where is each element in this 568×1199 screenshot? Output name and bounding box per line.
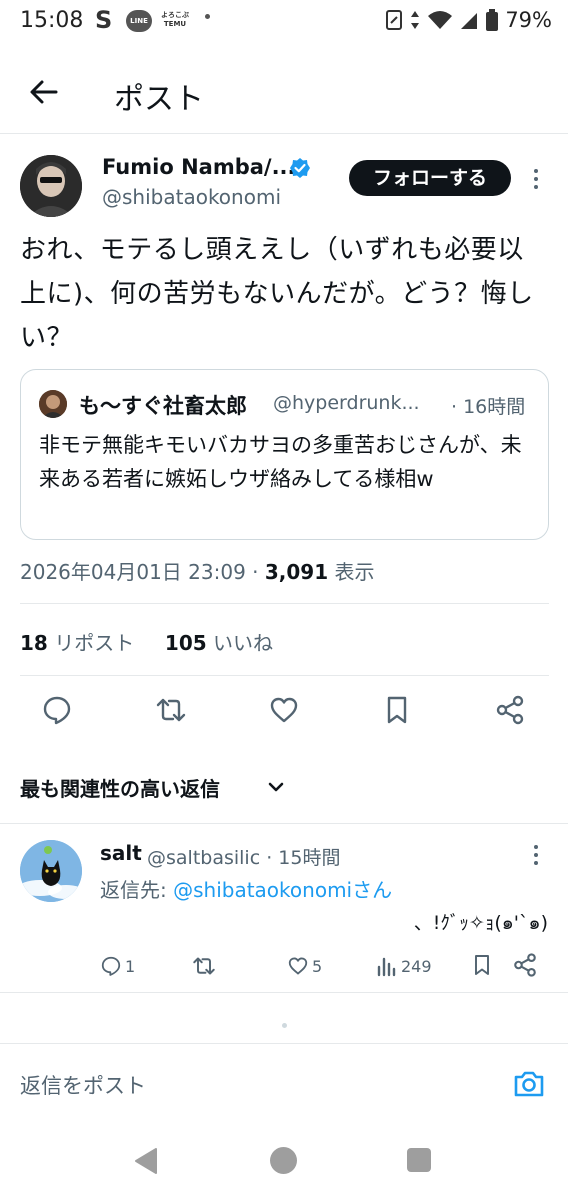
replies-sort-label[interactable]: 最も関連性の高い返信 [20, 773, 220, 802]
divider [20, 675, 549, 676]
more-vert-icon[interactable] [530, 167, 542, 191]
quoted-avatar [39, 390, 67, 418]
status-right: 79% [385, 8, 552, 32]
nfc-icon [386, 10, 403, 30]
reply-composer-input[interactable]: 返信をポスト [20, 1070, 146, 1100]
quoted-post-card[interactable]: も～すぐ社畜太郎 @hyperdrunk... · 16時間 非モテ無能キモいバ… [20, 369, 549, 540]
reply-author-name[interactable]: salt [100, 841, 142, 865]
repost-icon[interactable] [155, 694, 187, 726]
signal-icon [461, 13, 478, 29]
replying-mention[interactable]: @shibataokonomi [173, 878, 352, 902]
bookmark-icon[interactable] [470, 952, 494, 978]
quoted-author-handle: @hyperdrunk... [273, 392, 420, 414]
like-icon [288, 957, 308, 975]
quoted-author-name: も～すぐ社畜太郎 [79, 394, 247, 418]
verified-badge-icon [290, 158, 310, 178]
wifi-icon [428, 11, 453, 29]
follow-button[interactable]: フォローする [349, 160, 511, 196]
app-s-icon: S [95, 6, 113, 34]
chevron-down-icon[interactable] [265, 776, 287, 798]
reply-icon [101, 956, 121, 976]
scroll-indicator [282, 1023, 287, 1028]
reply-icon[interactable] [41, 694, 73, 726]
reply-text: 、!ｸﾞｯ✧ｮ(๑'`๑) [413, 912, 548, 934]
divider [20, 603, 549, 604]
camera-icon[interactable] [512, 1067, 546, 1101]
replying-to: 返信先: @shibataokonomiさん [100, 874, 392, 903]
reply-comment-action[interactable]: 1 [100, 952, 135, 980]
battery-icon [486, 9, 499, 31]
data-arrows-icon [411, 11, 420, 29]
reply-author-avatar[interactable] [20, 840, 82, 902]
back-arrow-icon[interactable] [26, 74, 62, 110]
reply-comment-count: 1 [125, 956, 136, 976]
reply-repost-action[interactable] [192, 952, 216, 980]
post-timestamp: 2026年04月01日 23:09 · 3,091 表示 [20, 556, 375, 585]
reply-author-handle[interactable]: @saltbasilic · 15時間 [147, 843, 340, 870]
divider [0, 823, 568, 824]
quoted-time: · 16時間 [451, 396, 526, 418]
post-text: おれ、モテるし頭ええし（いずれも必要以上に)、何の苦労もないんだが。どう？悔しい… [20, 235, 534, 353]
engagement-stats: 18 リポスト 105 いいね [20, 627, 273, 656]
reply-like-count: 5 [312, 956, 323, 976]
reposts-count[interactable]: 18 [20, 631, 48, 655]
reply-like-action[interactable]: 5 [287, 952, 322, 980]
status-bar: 15:08 S LINE よろこぶ TEMU 79% [0, 0, 568, 48]
reposts-label[interactable]: リポスト [48, 631, 134, 655]
bookmark-icon[interactable] [381, 694, 413, 726]
share-icon[interactable] [512, 952, 538, 978]
views-count[interactable]: 3,091 [265, 560, 328, 584]
author-avatar[interactable] [20, 155, 82, 217]
repost-icon [193, 957, 215, 975]
views-label: 表示 [328, 560, 375, 584]
more-vert-icon[interactable] [530, 843, 542, 867]
temu-app-icon: よろこぶ TEMU [161, 11, 189, 28]
line-app-icon: LINE [126, 10, 152, 32]
likes-count[interactable]: 105 [165, 631, 207, 655]
nav-home-icon[interactable] [270, 1147, 297, 1174]
author-name[interactable]: Fumio Namba/... [102, 155, 296, 179]
status-time: 15:08 [20, 8, 84, 33]
nav-back-icon[interactable] [132, 1146, 160, 1176]
divider [0, 1043, 568, 1044]
notification-dot-icon [205, 14, 210, 19]
divider [0, 133, 568, 134]
views-icon [377, 957, 396, 977]
divider [0, 992, 568, 993]
like-icon[interactable] [268, 694, 300, 726]
likes-label[interactable]: いいね [207, 631, 273, 655]
reply-views-count: 249 [401, 956, 432, 976]
share-icon[interactable] [494, 694, 526, 726]
nav-recents-icon[interactable] [407, 1148, 431, 1172]
battery-level: 79% [505, 8, 552, 32]
quoted-text: 非モテ無能キモいバカサヨの多重苦おじさんが、未来ある若者に嫉妬しウザ絡みしてる様… [39, 433, 522, 491]
timestamp-text: 2026年04月01日 23:09 · [20, 560, 265, 584]
page-title: ポスト [114, 82, 204, 117]
replying-prefix: 返信先: [100, 878, 174, 902]
replying-suffix: さん [352, 878, 393, 902]
author-handle[interactable]: @shibataokonomi [102, 185, 281, 209]
reply-views-action[interactable]: 249 [376, 952, 432, 980]
